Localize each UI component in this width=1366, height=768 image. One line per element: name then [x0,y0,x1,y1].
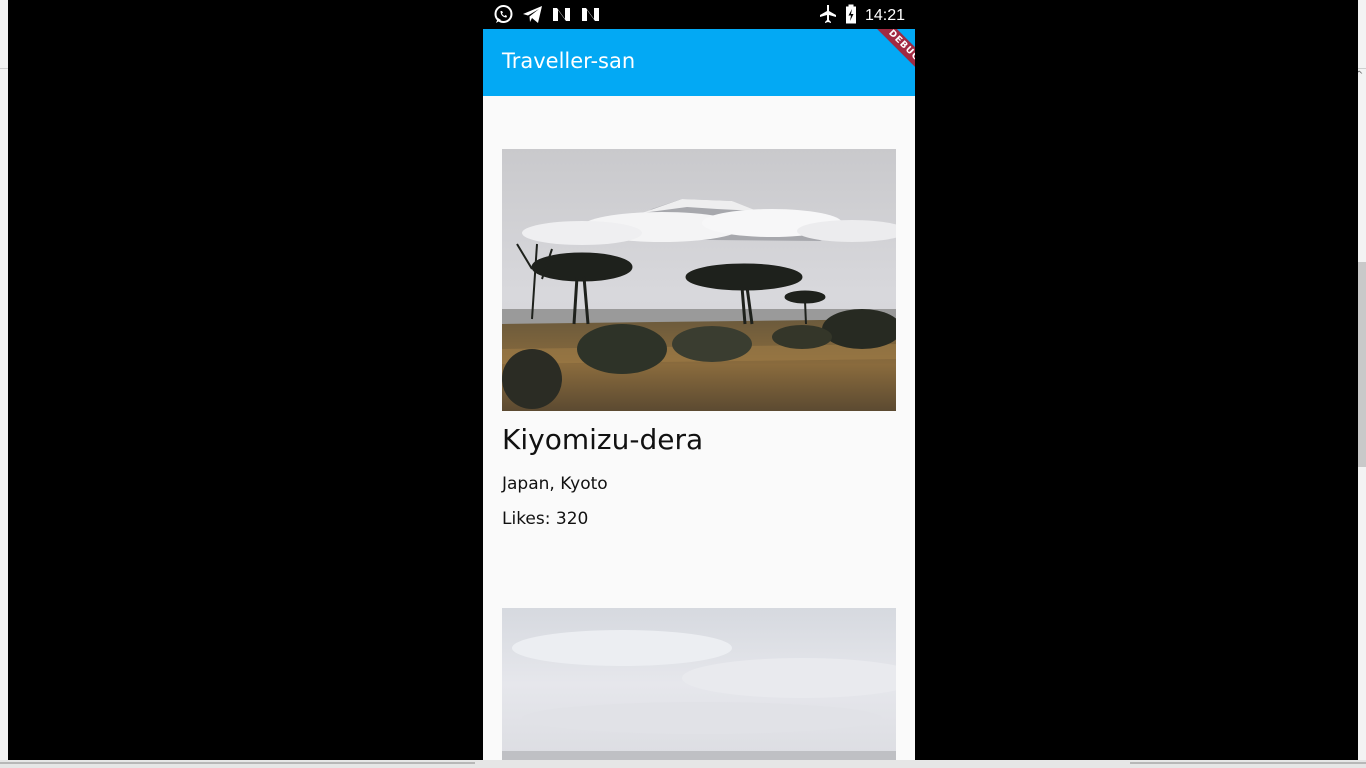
phone-screen: 14:21 Traveller-san DEBUG Kiyomizu-dera … [483,0,915,760]
whatsapp-icon [493,4,514,25]
place-photo[interactable] [502,149,896,411]
host-divider [0,68,8,69]
app-bar: Traveller-san [483,29,915,96]
telegram-icon [522,4,543,25]
place-photo[interactable] [502,608,896,760]
n-notification-icon [580,4,601,25]
host-window: ^ 14:21 Traveller-san DEBUG Kiyomizu-der… [0,0,1366,768]
n-notification-icon [551,4,572,25]
status-time: 14:21 [864,7,905,24]
host-divider [1358,68,1366,69]
host-scrollbar-thumb[interactable] [1358,262,1366,467]
host-bottom-divider [0,762,475,764]
airplane-mode-icon [819,4,837,28]
place-card[interactable] [502,608,896,760]
place-card[interactable]: Kiyomizu-dera Japan, Kyoto Likes: 320 [502,149,896,549]
host-bottom-divider [1130,762,1366,764]
place-name: Kiyomizu-dera [502,423,704,456]
place-location: Japan, Kyoto [502,474,608,494]
battery-charging-icon [845,4,857,28]
emulator-frame: 14:21 Traveller-san DEBUG Kiyomizu-dera … [8,0,1358,760]
status-bar: 14:21 [483,0,915,29]
notification-icons [493,4,601,25]
system-icons: 14:21 [819,4,905,28]
places-list[interactable]: Kiyomizu-dera Japan, Kyoto Likes: 320 [483,96,915,760]
debug-banner: DEBUG [855,29,915,89]
place-likes: Likes: 320 [502,509,589,529]
app-title: Traveller-san [502,49,636,73]
debug-banner-label: DEBUG [867,29,915,83]
